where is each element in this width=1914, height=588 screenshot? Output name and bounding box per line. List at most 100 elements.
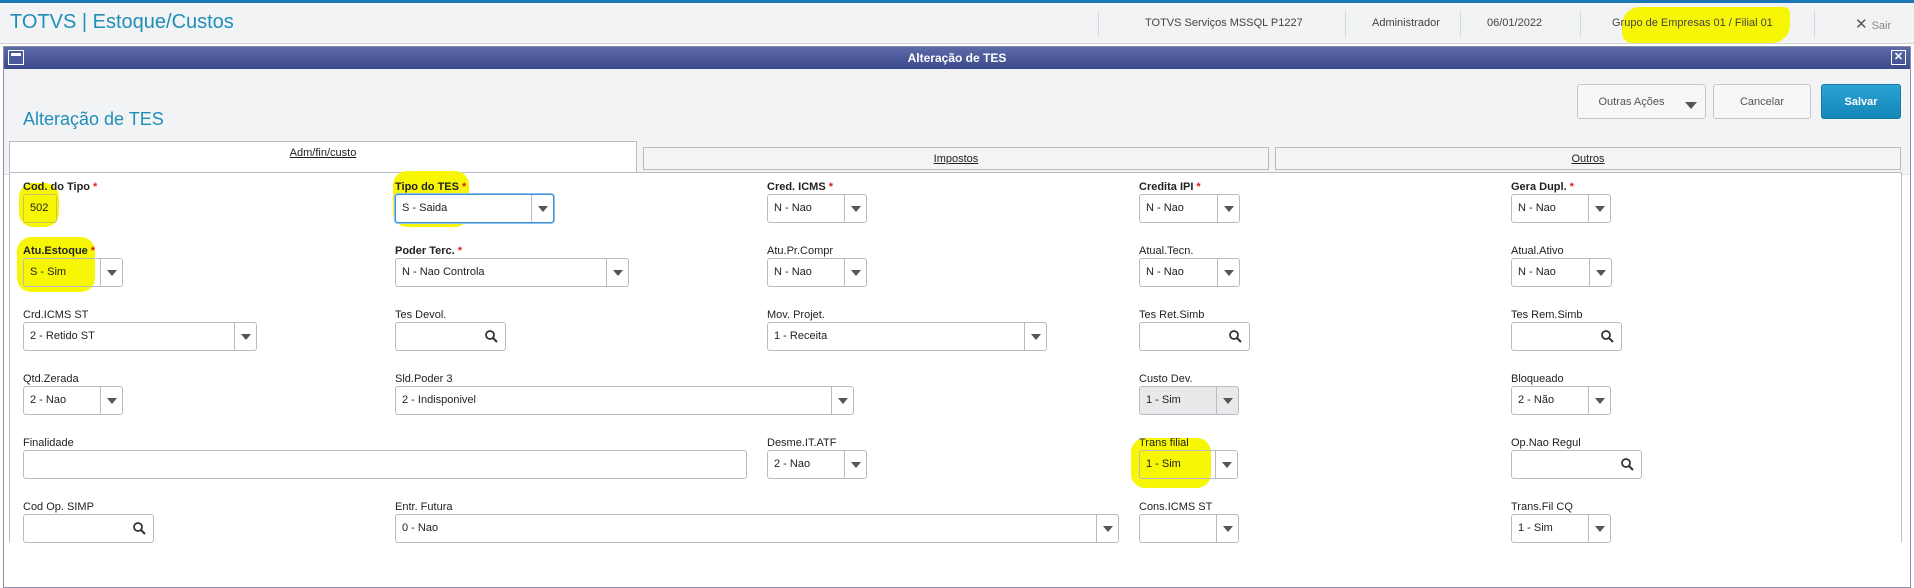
company-branch-label[interactable]: Grupo de Empresas 01 / Filial 01 [1612, 17, 1773, 29]
more-actions-label: Outras Ações [1598, 95, 1665, 108]
field-label: Custo Dev. [1139, 373, 1193, 385]
chevron-down-icon [100, 387, 122, 414]
atu-pr-compr-select[interactable]: N - Nao [767, 258, 867, 287]
field-label: Cod Op. SIMP [23, 501, 94, 513]
chevron-down-icon [1589, 259, 1611, 286]
qtd-zerada-select[interactable]: 2 - Nao [23, 386, 123, 415]
date-label: 06/01/2022 [1487, 17, 1543, 29]
search-icon[interactable] [1621, 458, 1634, 471]
cons-icms-st-select[interactable] [1139, 514, 1239, 543]
atual-tecn-select[interactable]: N - Nao [1139, 258, 1240, 287]
save-label: Salvar [1844, 95, 1878, 108]
divider [1814, 11, 1815, 37]
chevron-down-icon [1685, 102, 1697, 109]
tab-adm-fin-custo[interactable]: Adm/fin/custo [9, 141, 637, 172]
tes-devol-input[interactable] [395, 322, 506, 351]
tipo-tes-select[interactable]: S - Saida [395, 194, 554, 223]
desme-it-atf-select[interactable]: 2 - Nao [767, 450, 867, 479]
window-title: Alteração de TES [907, 51, 1007, 65]
divider [1345, 11, 1346, 37]
field-label: Sld.Poder 3 [395, 373, 453, 385]
field-label: Tes Rem.Simb [1511, 309, 1583, 321]
cancel-button[interactable]: Cancelar [1713, 84, 1811, 119]
poder-terc-select[interactable]: N - Nao Controla [395, 258, 629, 287]
crd-icms-st-select[interactable]: 2 - Retido ST [23, 322, 257, 351]
field-label: Atu.Estoque * [23, 245, 96, 257]
field-label: Tipo do TES * [395, 181, 467, 193]
chevron-down-icon [1588, 195, 1610, 222]
field-label: Qtd.Zerada [23, 373, 79, 385]
field-label: Mov. Projet. [767, 309, 825, 321]
tes-ret-simb-input[interactable] [1139, 322, 1250, 351]
search-icon[interactable] [1601, 330, 1614, 343]
field-label: Credita IPI * [1139, 181, 1201, 193]
close-icon: ✕ [1855, 16, 1868, 33]
cred-icms-select[interactable]: N - Nao [767, 194, 867, 223]
window-titlebar: Alteração de TES ✕ [4, 47, 1910, 69]
field-label: Tes Ret.Simb [1139, 309, 1205, 321]
credita-ipi-select[interactable]: N - Nao [1139, 194, 1240, 223]
tab-impostos[interactable]: Impostos [643, 147, 1269, 170]
field-label: Atu.Pr.Compr [767, 245, 834, 257]
custo-dev-select: 1 - Sim [1139, 386, 1239, 415]
chevron-down-icon [1217, 259, 1239, 286]
atual-ativo-select[interactable]: N - Nao [1511, 258, 1612, 287]
chevron-down-icon [100, 259, 122, 286]
chevron-down-icon [831, 387, 853, 414]
field-label: Cod. do Tipo * [23, 181, 98, 193]
chevron-down-icon [1215, 451, 1237, 478]
divider [1098, 11, 1099, 37]
window-close-button[interactable]: ✕ [1891, 50, 1906, 65]
chevron-down-icon [1216, 515, 1238, 542]
field-label: Bloqueado [1511, 373, 1564, 385]
field-label: Finalidade [23, 437, 74, 449]
bloqueado-select[interactable]: 2 - Não [1511, 386, 1611, 415]
field-label: Cons.ICMS ST [1139, 501, 1213, 513]
mov-projet-select[interactable]: 1 - Receita [767, 322, 1047, 351]
save-button[interactable]: Salvar [1821, 84, 1901, 119]
more-actions-button[interactable]: Outras Ações [1577, 84, 1706, 119]
exit-button[interactable]: ✕ Sair [1855, 15, 1891, 33]
chevron-down-icon [844, 259, 866, 286]
finalidade-input[interactable] [23, 450, 747, 479]
search-icon[interactable] [1229, 330, 1242, 343]
entr-futura-select[interactable]: 0 - Nao [395, 514, 1119, 543]
window-menu-icon[interactable] [8, 50, 24, 65]
chevron-down-icon [844, 195, 866, 222]
divider [1460, 11, 1461, 37]
cod-op-simp-input[interactable] [23, 514, 154, 543]
field-label: Trans.Fil CQ [1511, 501, 1573, 513]
gera-dupl-select[interactable]: N - Nao [1511, 194, 1611, 223]
field-label: Entr. Futura [395, 501, 453, 513]
chevron-down-icon [844, 451, 866, 478]
chevron-down-icon [531, 195, 553, 222]
field-label: Tes Devol. [395, 309, 447, 321]
user-label[interactable]: Administrador [1372, 17, 1440, 29]
tes-rem-simb-input[interactable] [1511, 322, 1622, 351]
divider [1580, 11, 1581, 37]
search-icon[interactable] [485, 330, 498, 343]
search-icon[interactable] [133, 522, 146, 535]
sld-poder3-select[interactable]: 2 - Indisponivel [395, 386, 854, 415]
atu-estoque-select[interactable]: S - Sim [23, 258, 123, 287]
field-label: Crd.ICMS ST [23, 309, 89, 321]
exit-label: Sair [1871, 20, 1892, 32]
page-title: Alteração de TES [23, 109, 164, 129]
chevron-down-icon [234, 323, 256, 350]
chevron-down-icon [1024, 323, 1046, 350]
tab-outros[interactable]: Outros [1275, 147, 1901, 170]
op-nao-regul-input[interactable] [1511, 450, 1642, 479]
cod-tipo-input[interactable]: 502 [23, 194, 57, 223]
chevron-down-icon [1588, 515, 1610, 542]
field-label: Cred. ICMS * [767, 181, 833, 193]
trans-fil-cq-select[interactable]: 1 - Sim [1511, 514, 1611, 543]
trans-filial-select[interactable]: 1 - Sim [1139, 450, 1238, 479]
field-label: Atual.Ativo [1511, 245, 1564, 257]
environment-label: TOTVS Serviços MSSQL P1227 [1145, 17, 1303, 29]
top-header-bar: TOTVS | Estoque/Custos TOTVS Serviços MS… [0, 0, 1914, 44]
chevron-down-icon [1216, 387, 1238, 414]
chevron-down-icon [1217, 195, 1239, 222]
tab-panel [9, 172, 1902, 542]
chevron-down-icon [606, 259, 628, 286]
field-label: Desme.IT.ATF [767, 437, 837, 449]
